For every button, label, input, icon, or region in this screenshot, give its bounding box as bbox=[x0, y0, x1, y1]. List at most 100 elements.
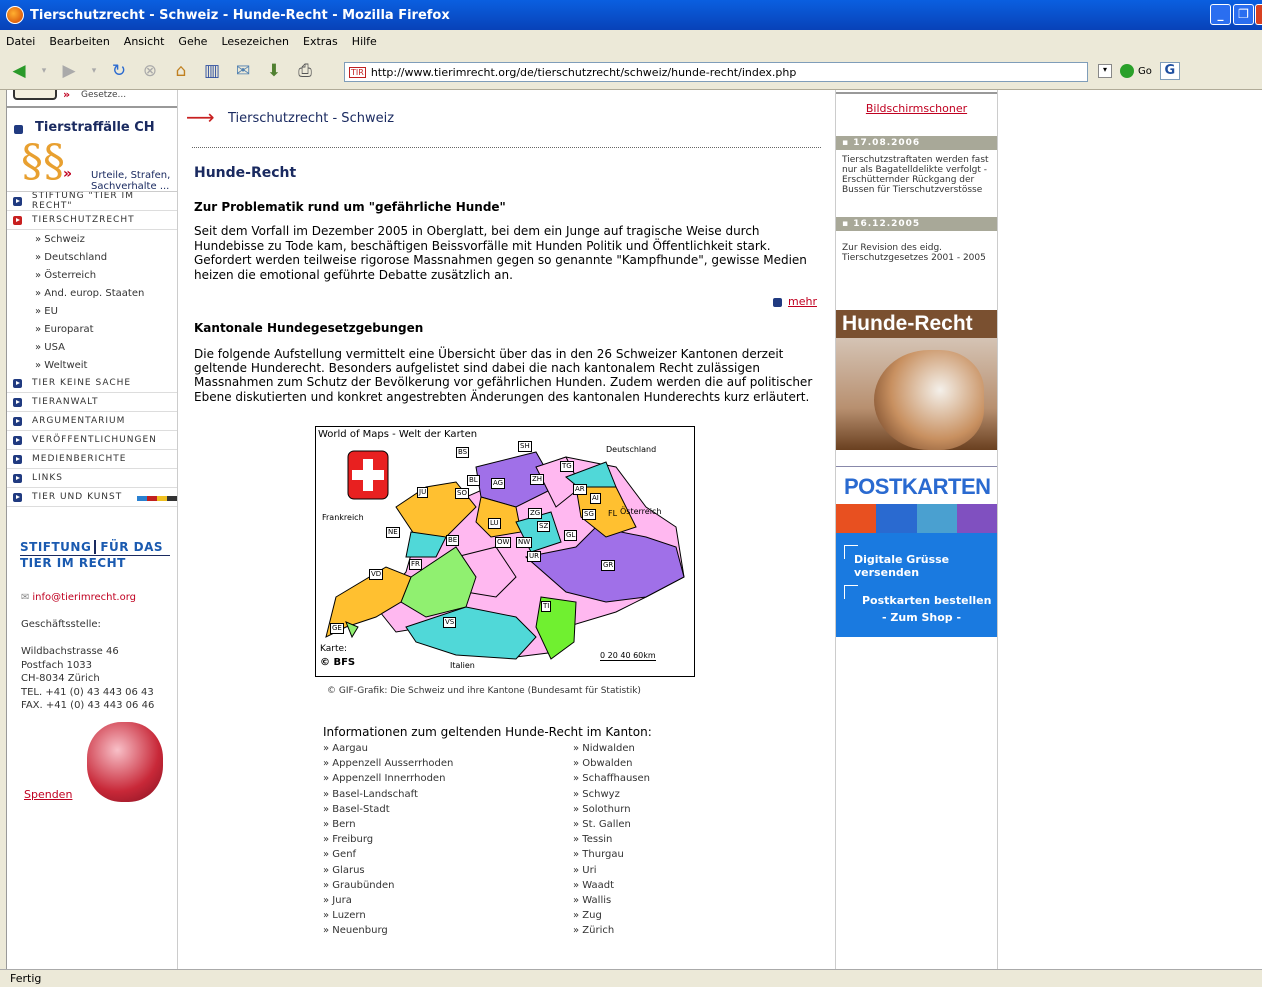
top-banner[interactable]: » Gesetze... bbox=[7, 90, 177, 104]
sub-nav-item[interactable]: » Europarat bbox=[7, 320, 177, 338]
reload-icon[interactable]: ↻ bbox=[106, 58, 132, 84]
search-engine-icon[interactable]: G bbox=[1159, 62, 1180, 80]
canton-link[interactable]: » Schwyz bbox=[573, 787, 773, 802]
canton-label-gr[interactable]: GR bbox=[601, 560, 616, 571]
home-icon[interactable]: ⌂ bbox=[168, 58, 194, 84]
mehr-link[interactable]: mehr bbox=[773, 295, 817, 308]
canton-link[interactable]: » Basel-Landschaft bbox=[323, 787, 553, 802]
maximize-button[interactable]: ❐ bbox=[1233, 4, 1254, 25]
canton-link[interactable]: » Aargau bbox=[323, 741, 553, 756]
nav-item-bottom-0[interactable]: TIER KEINE SACHE bbox=[7, 374, 177, 393]
canton-link[interactable]: » St. Gallen bbox=[573, 817, 773, 832]
menu-ansicht[interactable]: Ansicht bbox=[124, 35, 165, 48]
mail-icon[interactable]: ✉ bbox=[230, 58, 256, 84]
postkarten-title[interactable]: POSTKARTEN bbox=[844, 474, 991, 500]
canton-label-lu[interactable]: LU bbox=[488, 518, 501, 529]
canton-link[interactable]: » Nidwalden bbox=[573, 741, 773, 756]
canton-link[interactable]: » Waadt bbox=[573, 878, 773, 893]
canton-label-bl[interactable]: BL bbox=[467, 475, 480, 486]
sub-nav-item[interactable]: » Schweiz bbox=[7, 230, 177, 248]
news-item[interactable]: Zur Revision des eidg. Tierschutzgesetze… bbox=[836, 231, 997, 296]
spenden-link[interactable]: Spenden bbox=[24, 788, 72, 801]
forward-button[interactable]: ▶ bbox=[56, 58, 82, 84]
canton-label-ge[interactable]: GE bbox=[330, 623, 344, 634]
canton-label-fr[interactable]: FR bbox=[409, 559, 422, 570]
canton-link[interactable]: » Basel-Stadt bbox=[323, 802, 553, 817]
canton-link[interactable]: » Luzern bbox=[323, 908, 553, 923]
canton-link[interactable]: » Appenzell Ausserrhoden bbox=[323, 756, 553, 771]
canton-label-sz[interactable]: SZ bbox=[537, 521, 551, 532]
canton-label-nw[interactable]: NW bbox=[516, 537, 533, 548]
canton-label-zg[interactable]: ZG bbox=[528, 508, 543, 519]
canton-label-be[interactable]: BE bbox=[446, 535, 460, 546]
news-item[interactable]: Tierschutzstraftaten werden fast nur als… bbox=[836, 150, 997, 217]
canton-link[interactable]: » Solothurn bbox=[573, 802, 773, 817]
canton-link[interactable]: » Neuenburg bbox=[323, 923, 553, 938]
digital-greetings-link[interactable]: Digitale Grüsse versenden bbox=[854, 553, 997, 579]
canton-link[interactable]: » Glarus bbox=[323, 863, 553, 878]
canton-link[interactable]: » Schaffhausen bbox=[573, 771, 773, 786]
canton-label-ar[interactable]: AR bbox=[573, 484, 587, 495]
canton-label-ju[interactable]: JU bbox=[417, 487, 429, 498]
canton-label-vs[interactable]: VS bbox=[443, 617, 457, 628]
order-cards-link[interactable]: Postkarten bestellen bbox=[862, 594, 991, 607]
sub-nav-item[interactable]: » Deutschland bbox=[7, 248, 177, 266]
canton-link[interactable]: » Thurgau bbox=[573, 847, 773, 862]
nav-item-bottom-1[interactable]: TIERANWALT bbox=[7, 393, 177, 412]
canton-label-vd[interactable]: VD bbox=[369, 569, 384, 580]
email-link[interactable]: ✉ info@tierimrecht.org bbox=[21, 592, 136, 603]
nav-item-bottom-5[interactable]: LINKS bbox=[7, 469, 177, 488]
menu-lesezeichen[interactable]: Lesezeichen bbox=[221, 35, 289, 48]
nav-item-0[interactable]: STIFTUNG "TIER IM RECHT" bbox=[7, 191, 177, 211]
canton-link[interactable]: » Bern bbox=[323, 817, 553, 832]
nav-item-bottom-4[interactable]: MEDIENBERICHTE bbox=[7, 450, 177, 469]
canton-link[interactable]: » Uri bbox=[573, 863, 773, 878]
menu-gehe[interactable]: Gehe bbox=[178, 35, 207, 48]
canton-link[interactable]: » Zug bbox=[573, 908, 773, 923]
canton-label-ai[interactable]: AI bbox=[590, 493, 601, 504]
postkarten-images[interactable] bbox=[836, 504, 997, 533]
nav-item-bottom-2[interactable]: ARGUMENTARIUM bbox=[7, 412, 177, 431]
screensaver-link[interactable]: Bildschirmschoner bbox=[836, 94, 997, 136]
sub-nav-item[interactable]: » EU bbox=[7, 302, 177, 320]
canton-label-sg[interactable]: SG bbox=[582, 509, 596, 520]
shop-link[interactable]: - Zum Shop - bbox=[882, 611, 961, 624]
canton-label-ag[interactable]: AG bbox=[491, 478, 506, 489]
menu-extras[interactable]: Extras bbox=[303, 35, 338, 48]
canton-label-zh[interactable]: ZH bbox=[530, 474, 545, 485]
canton-label-ti[interactable]: TI bbox=[541, 601, 552, 612]
stop-icon[interactable]: ⊗ bbox=[137, 58, 163, 84]
canton-link[interactable]: » Appenzell Innerrhoden bbox=[323, 771, 553, 786]
canton-label-ow[interactable]: OW bbox=[495, 537, 512, 548]
canton-label-ur[interactable]: UR bbox=[527, 551, 541, 562]
go-button[interactable]: ▾ Go G bbox=[1098, 62, 1180, 80]
tir-logo[interactable]: STIFTUNG FÜR DAS TIER IM RECHT bbox=[20, 540, 170, 570]
minimize-button[interactable]: _ bbox=[1210, 4, 1231, 25]
url-dropdown-icon[interactable]: ▾ bbox=[1098, 64, 1112, 78]
bookmarks-icon[interactable]: ▥ bbox=[199, 58, 225, 84]
piggy-bank-icon[interactable] bbox=[87, 722, 163, 802]
back-button[interactable]: ◀ bbox=[6, 58, 32, 84]
close-button[interactable] bbox=[1255, 4, 1262, 25]
sub-nav-item[interactable]: » Österreich bbox=[7, 266, 177, 284]
forward-dropdown-icon[interactable]: ▾ bbox=[87, 58, 101, 84]
canton-link[interactable]: » Genf bbox=[323, 847, 553, 862]
canton-link[interactable]: » Tessin bbox=[573, 832, 773, 847]
canton-label-gl[interactable]: GL bbox=[564, 530, 578, 541]
canton-label-bs[interactable]: BS bbox=[456, 447, 470, 458]
menu-hilfe[interactable]: Hilfe bbox=[352, 35, 377, 48]
menu-datei[interactable]: Datei bbox=[6, 35, 35, 48]
canton-link[interactable]: » Wallis bbox=[573, 893, 773, 908]
canton-link[interactable]: » Freiburg bbox=[323, 832, 553, 847]
canton-link[interactable]: » Zürich bbox=[573, 923, 773, 938]
canton-label-tg[interactable]: TG bbox=[560, 461, 574, 472]
canton-link[interactable]: » Obwalden bbox=[573, 756, 773, 771]
swiss-canton-map[interactable]: World of Maps - Welt der Karten Deutschl… bbox=[315, 426, 695, 677]
hunde-recht-promo[interactable]: Hunde-Recht bbox=[836, 310, 997, 450]
canton-link[interactable]: » Graubünden bbox=[323, 878, 553, 893]
canton-label-ne[interactable]: NE bbox=[386, 527, 400, 538]
address-bar[interactable]: TIR http://www.tierimrecht.org/de/tiersc… bbox=[344, 62, 1088, 82]
sub-nav-item[interactable]: » Weltweit bbox=[7, 356, 177, 374]
print-icon[interactable]: ⎙ bbox=[292, 58, 318, 84]
sub-nav-item[interactable]: » USA bbox=[7, 338, 177, 356]
